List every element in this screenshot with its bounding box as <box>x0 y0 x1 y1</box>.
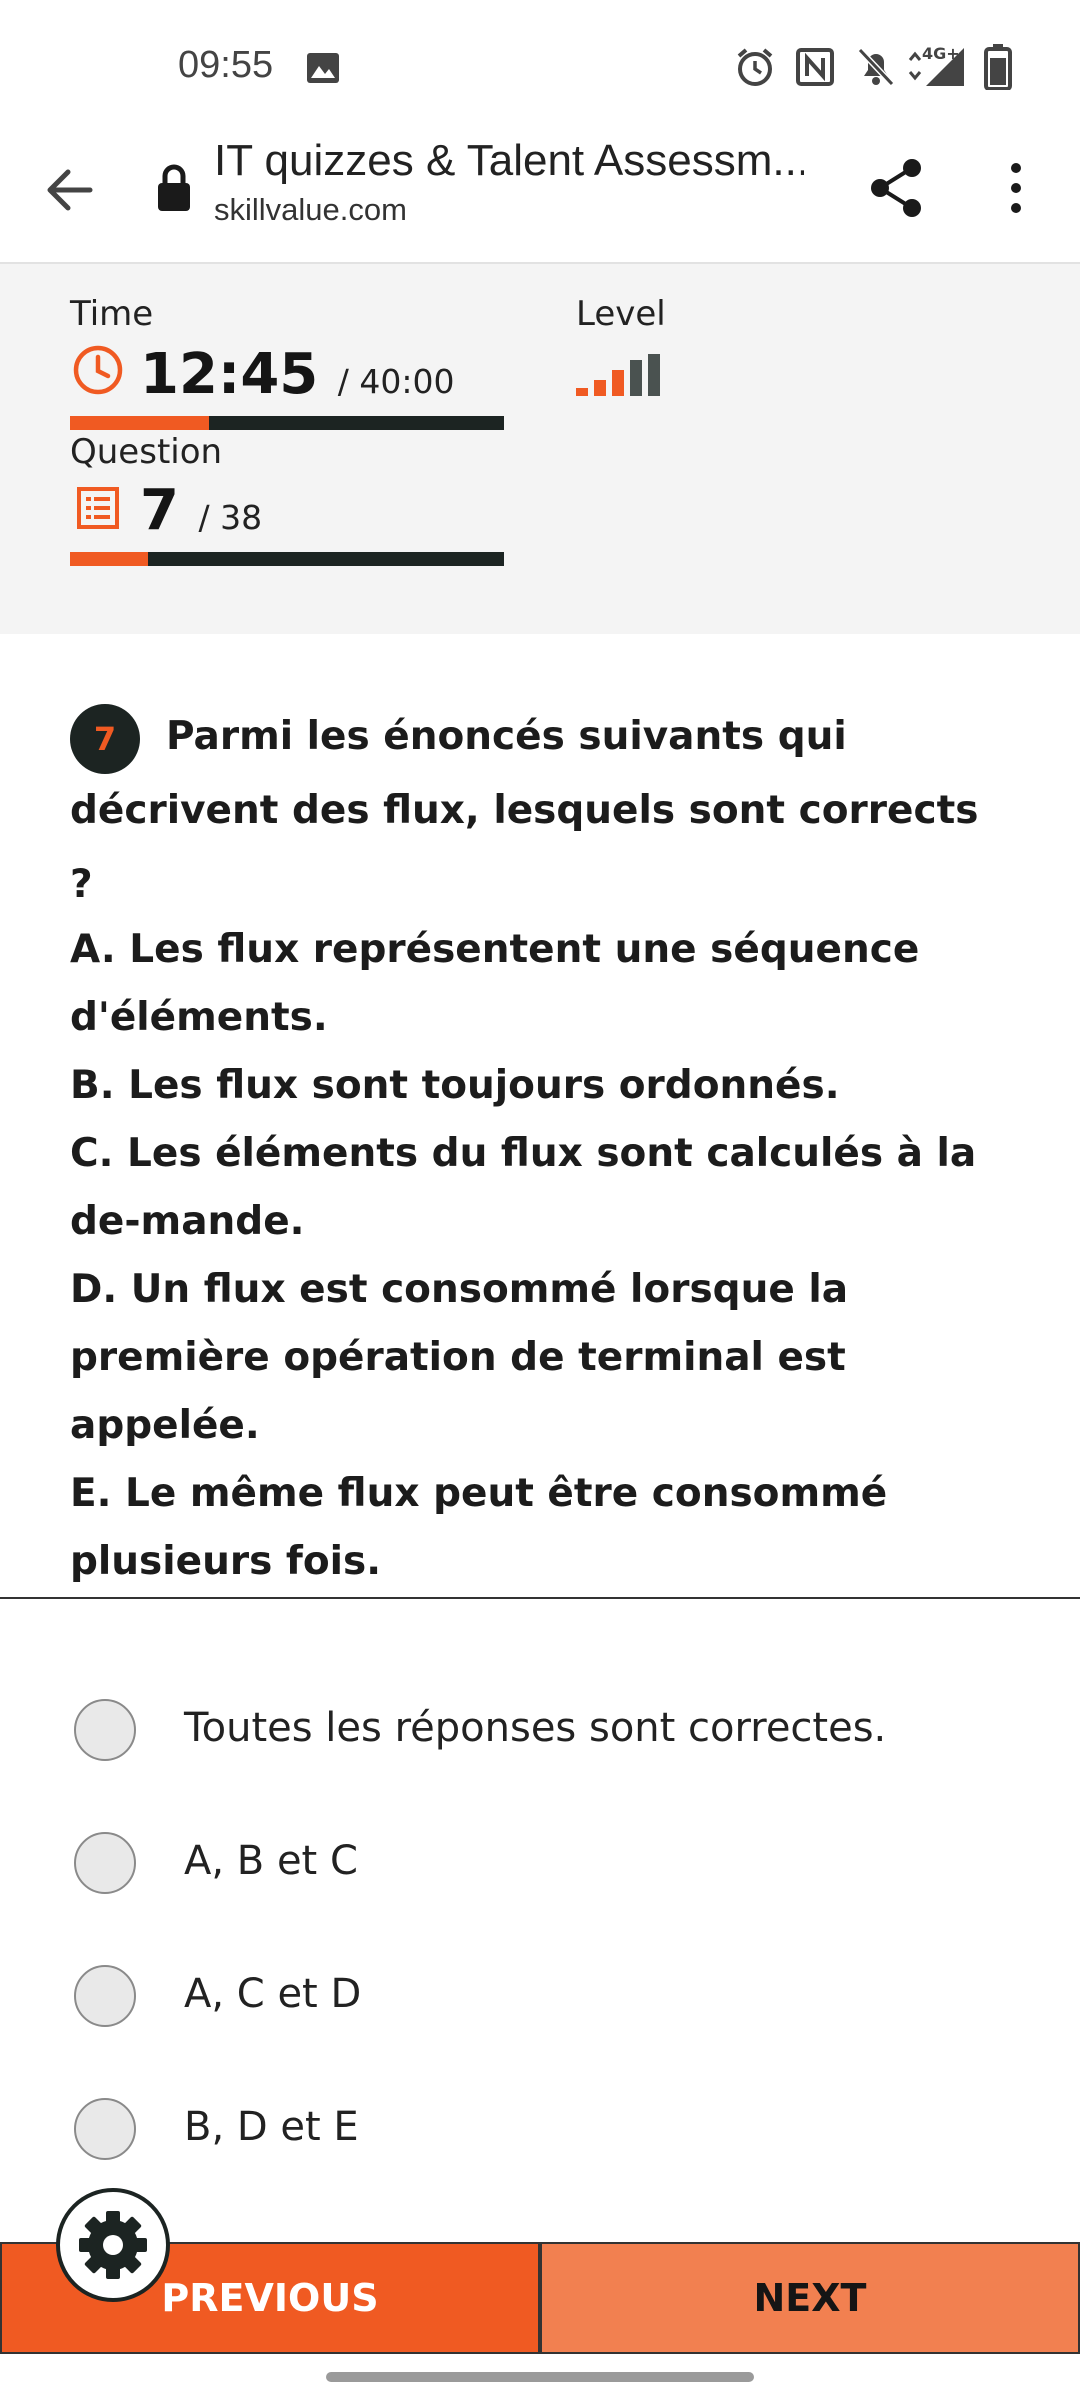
battery-icon <box>984 44 1012 90</box>
answer-option-4[interactable]: B, D et E <box>74 2098 974 2168</box>
question-label: Question <box>70 432 223 472</box>
image-icon <box>307 53 339 83</box>
nfc-icon <box>796 48 834 86</box>
statement-c: C. Les éléments du flux sont calculés à … <box>70 1131 977 1244</box>
status-bar: 09:55 4G+ <box>0 0 1080 130</box>
question-statements: A. Les flux représentent une séquence d'… <box>70 916 1010 1596</box>
lock-icon[interactable] <box>156 164 192 212</box>
level-bar-2 <box>594 380 606 396</box>
status-time: 09:55 <box>178 44 274 86</box>
time-remaining: 12:45 / 40:00 <box>140 342 454 407</box>
time-progress-bar <box>70 416 504 430</box>
answer-option-1[interactable]: Toutes les réponses sont correctes. <box>74 1699 974 1769</box>
level-indicator <box>576 354 660 396</box>
time-label: Time <box>70 294 154 334</box>
page-url[interactable]: skillvalue.com <box>214 192 407 228</box>
page-title[interactable]: IT quizzes & Talent Assessm... <box>214 136 804 186</box>
settings-button[interactable] <box>56 2188 170 2302</box>
divider <box>0 1597 1080 1599</box>
answer-label[interactable]: A, B et C <box>184 1838 358 1884</box>
answer-option-2[interactable]: A, B et C <box>74 1832 974 1902</box>
radio-button[interactable] <box>74 1965 136 2027</box>
statement-e: E. Le même flux peut être consommé plusi… <box>70 1471 888 1584</box>
question-progress-fill <box>70 552 149 566</box>
question-total: / 38 <box>198 498 263 537</box>
radio-button[interactable] <box>74 1832 136 1894</box>
question-text: 7 Parmi les énoncés suivants qui décriven… <box>70 700 1010 922</box>
level-label: Level <box>576 294 666 334</box>
answer-label[interactable]: A, C et D <box>184 1971 361 2017</box>
statement-a: A. Les flux représentent une séquence d'… <box>70 927 920 1040</box>
answer-label[interactable]: Toutes les réponses sont correctes. <box>184 1705 886 1751</box>
quiz-stats-panel: Time 12:45 / 40:00 Level Question 7 / 38 <box>0 264 1080 634</box>
alarm-icon <box>737 48 773 86</box>
question-value: 7 <box>140 478 179 543</box>
clock-icon <box>73 345 123 395</box>
level-bar-5 <box>648 354 660 396</box>
share-icon[interactable] <box>866 152 926 224</box>
time-value: 12:45 <box>140 342 319 407</box>
question-number-badge: 7 <box>70 703 140 774</box>
question-counter: 7 / 38 <box>140 478 262 543</box>
more-options-icon[interactable] <box>996 152 1036 224</box>
time-total: / 40:00 <box>337 362 455 401</box>
radio-button[interactable] <box>74 1699 136 1761</box>
time-progress-fill <box>70 416 209 430</box>
question-prompt: Parmi les énoncés suivants qui décrivent… <box>70 714 979 907</box>
answer-label[interactable]: B, D et E <box>184 2104 359 2150</box>
home-indicator[interactable] <box>326 2372 754 2382</box>
statement-d: D. Un flux est consommé lorsque la premi… <box>70 1267 849 1448</box>
question-list-icon <box>77 487 119 529</box>
browser-toolbar: IT quizzes & Talent Assessm... skillvalu… <box>0 130 1080 264</box>
radio-button[interactable] <box>74 2098 136 2160</box>
question-progress-bar <box>70 552 504 566</box>
answer-option-3[interactable]: A, C et D <box>74 1965 974 2035</box>
back-arrow-icon[interactable] <box>40 160 100 220</box>
network-4g-icon <box>908 48 964 86</box>
gear-icon <box>79 2211 147 2279</box>
mute-icon <box>857 47 895 87</box>
next-button[interactable]: NEXT <box>540 2242 1080 2354</box>
statement-b: B. Les flux sont toujours ordonnés. <box>70 1063 840 1108</box>
level-bar-3 <box>612 370 624 396</box>
level-bar-4 <box>630 360 642 396</box>
level-bar-1 <box>576 388 588 396</box>
